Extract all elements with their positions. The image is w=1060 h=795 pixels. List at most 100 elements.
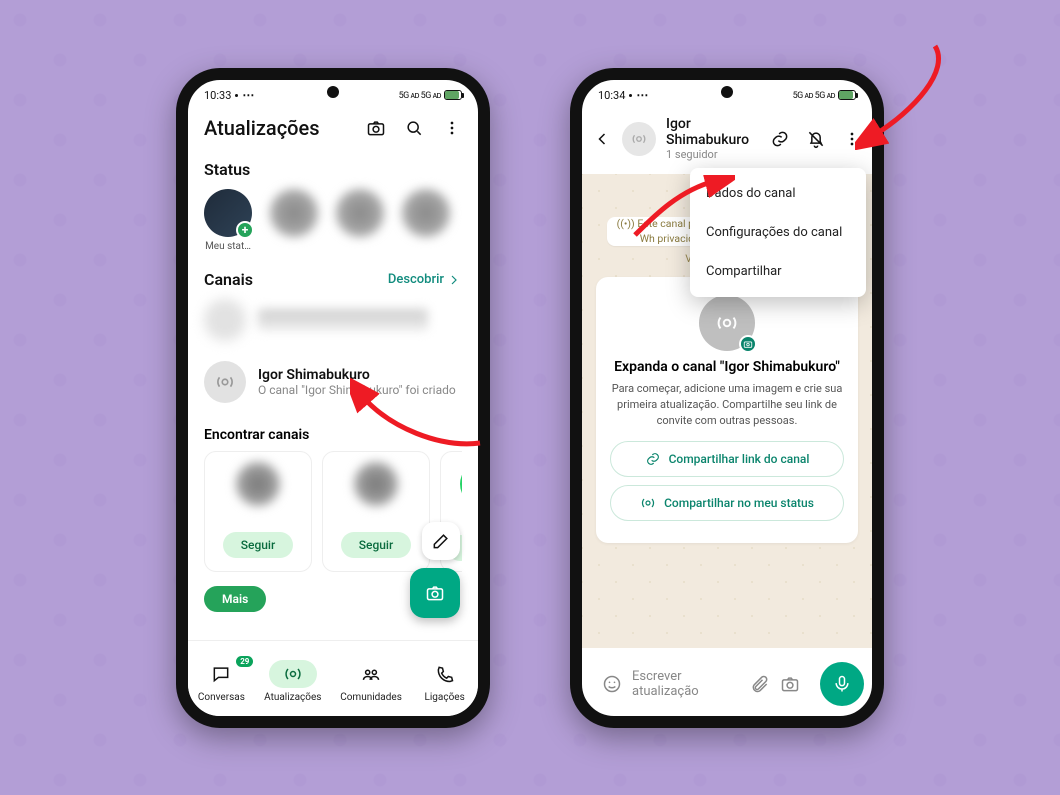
channel-topbar: Igor Shimabukuro 1 seguidor bbox=[582, 110, 872, 171]
my-status-label: Meu stat… bbox=[205, 241, 251, 252]
channel-text-blurred bbox=[258, 309, 428, 331]
channel-followers: 1 seguidor bbox=[666, 148, 760, 161]
contact-status[interactable] bbox=[402, 189, 450, 241]
contact-status-avatar[interactable] bbox=[402, 189, 450, 237]
add-status-icon[interactable]: + bbox=[236, 221, 254, 239]
card-body: Para começar, adicione uma imagem e crie… bbox=[610, 381, 844, 429]
share-link-button[interactable]: Compartilhar link do canal bbox=[610, 441, 844, 477]
channel-avatar-mine bbox=[204, 361, 246, 403]
channel-row-mine[interactable]: Igor Shimabukuro O canal "Igor Shimabuku… bbox=[204, 351, 462, 413]
notification-dot-icon bbox=[629, 94, 632, 97]
camera-badge-icon[interactable] bbox=[739, 335, 757, 353]
status-heading: Status bbox=[204, 160, 462, 179]
status-bar: 10:34 ⋯ 5G ᴀᴅ 5G ᴀᴅ bbox=[582, 80, 872, 110]
status-icon bbox=[640, 495, 656, 511]
nav-label: Atualizações bbox=[264, 692, 321, 703]
nav-conversas[interactable]: Conversas bbox=[197, 660, 245, 703]
lock-broadcast-icon: ((•)) bbox=[617, 217, 635, 230]
phone-left: 10:33 ⋯ 5G ᴀᴅ 5G ᴀᴅ Atualizações Status … bbox=[176, 68, 490, 728]
expand-channel-card: Expanda o canal "Igor Shimabukuro" Para … bbox=[596, 277, 858, 543]
menu-item-share[interactable]: Compartilhar bbox=[690, 252, 866, 291]
attach-icon[interactable] bbox=[750, 674, 770, 694]
menu-item-dados[interactable]: Dados do canal bbox=[690, 174, 866, 213]
overflow-menu: Dados do canal Configurações do canal Co… bbox=[690, 168, 866, 297]
battery-icon bbox=[444, 90, 462, 100]
share-status-button[interactable]: Compartilhar no meu status bbox=[610, 485, 844, 521]
channel-card[interactable]: Seguir bbox=[204, 451, 312, 572]
channel-row-blurred[interactable] bbox=[204, 289, 462, 351]
broadcast-icon bbox=[714, 310, 740, 336]
my-status-avatar[interactable]: + bbox=[204, 189, 252, 237]
nav-label: Comunidades bbox=[340, 692, 402, 703]
contact-status-avatar[interactable] bbox=[270, 189, 318, 237]
topbar-avatar[interactable] bbox=[622, 122, 656, 156]
menu-item-config[interactable]: Configurações do canal bbox=[690, 213, 866, 252]
discover-link[interactable]: Descobrir bbox=[388, 272, 462, 288]
fab-edit[interactable] bbox=[422, 522, 460, 560]
channel-card[interactable]: Seguir bbox=[322, 451, 430, 572]
back-icon[interactable] bbox=[592, 129, 612, 149]
discover-label: Descobrir bbox=[388, 272, 444, 287]
link-icon bbox=[645, 451, 661, 467]
status-bar: 10:33 ⋯ 5G ᴀᴅ 5G ᴀᴅ bbox=[188, 80, 478, 110]
my-status[interactable]: + Meu stat… bbox=[204, 189, 252, 252]
channel-name: Igor Shimabukuro bbox=[258, 367, 456, 383]
card-avatar[interactable] bbox=[699, 295, 755, 351]
nav-label: Ligações bbox=[424, 692, 464, 703]
contact-status[interactable] bbox=[336, 189, 384, 241]
button-label: Compartilhar no meu status bbox=[664, 496, 814, 510]
contact-status[interactable] bbox=[270, 189, 318, 241]
broadcast-icon bbox=[214, 371, 236, 393]
nav-atualizacoes[interactable]: Atualizações bbox=[264, 660, 321, 703]
mic-icon bbox=[832, 674, 852, 694]
emoji-icon[interactable] bbox=[602, 674, 622, 694]
card-title: Expanda o canal "Igor Shimabukuro" bbox=[610, 359, 844, 375]
camera-icon[interactable] bbox=[780, 674, 800, 694]
more-pill[interactable]: Mais bbox=[204, 586, 266, 612]
topbar-title[interactable]: Igor Shimabukuro 1 seguidor bbox=[666, 116, 760, 161]
broadcast-icon bbox=[630, 130, 648, 148]
nav-ligacoes[interactable]: Ligações bbox=[421, 660, 469, 703]
more-vert-icon[interactable] bbox=[442, 118, 462, 138]
button-label: Compartilhar link do canal bbox=[669, 452, 810, 466]
phone-right: 10:34 ⋯ 5G ᴀᴅ 5G ᴀᴅ Igor Shimabukuro 1 s… bbox=[570, 68, 884, 728]
channel-avatar bbox=[204, 299, 246, 341]
channel-card-avatar bbox=[236, 462, 280, 506]
compose-bar: Escrever atualização bbox=[590, 662, 864, 706]
more-dots-icon: ⋯ bbox=[242, 88, 254, 102]
bell-off-icon[interactable] bbox=[806, 129, 826, 149]
bottom-nav: Conversas Atualizações Comunidades Ligaç… bbox=[188, 640, 478, 716]
canais-heading: Canais bbox=[204, 270, 253, 289]
status-row: + Meu stat… bbox=[204, 189, 462, 252]
compose-placeholder: Escrever atualização bbox=[632, 669, 740, 699]
more-dots-icon: ⋯ bbox=[636, 88, 648, 102]
nav-label: Conversas bbox=[198, 692, 245, 703]
camera-icon bbox=[425, 583, 445, 603]
follow-button[interactable]: Seguir bbox=[223, 532, 293, 558]
network-icons: 5G ᴀᴅ 5G ᴀᴅ bbox=[399, 90, 441, 101]
search-icon[interactable] bbox=[404, 118, 424, 138]
link-icon[interactable] bbox=[770, 129, 790, 149]
clock: 10:33 bbox=[204, 89, 231, 102]
chevron-right-icon bbox=[446, 272, 462, 288]
more-vert-icon[interactable] bbox=[842, 129, 862, 149]
communities-icon bbox=[347, 660, 395, 688]
fab-camera[interactable] bbox=[410, 568, 460, 618]
channel-card-avatar bbox=[354, 462, 398, 506]
whatsapp-icon bbox=[460, 462, 462, 506]
follow-button[interactable]: Seguir bbox=[341, 532, 411, 558]
notification-dot-icon bbox=[235, 94, 238, 97]
channel-title: Igor Shimabukuro bbox=[666, 116, 760, 148]
contact-status-avatar[interactable] bbox=[336, 189, 384, 237]
find-channels-heading: Encontrar canais bbox=[204, 427, 462, 443]
calls-icon bbox=[421, 660, 469, 688]
channel-sub: O canal "Igor Shimabukuro" foi criado bbox=[258, 383, 456, 397]
pencil-icon bbox=[431, 531, 451, 551]
nav-comunidades[interactable]: Comunidades bbox=[340, 660, 402, 703]
page-title: Atualizações bbox=[204, 116, 320, 140]
mic-button[interactable] bbox=[820, 662, 864, 706]
battery-icon bbox=[838, 90, 856, 100]
chat-icon bbox=[197, 660, 245, 688]
camera-icon[interactable] bbox=[366, 118, 386, 138]
compose-field[interactable]: Escrever atualização bbox=[590, 662, 812, 706]
